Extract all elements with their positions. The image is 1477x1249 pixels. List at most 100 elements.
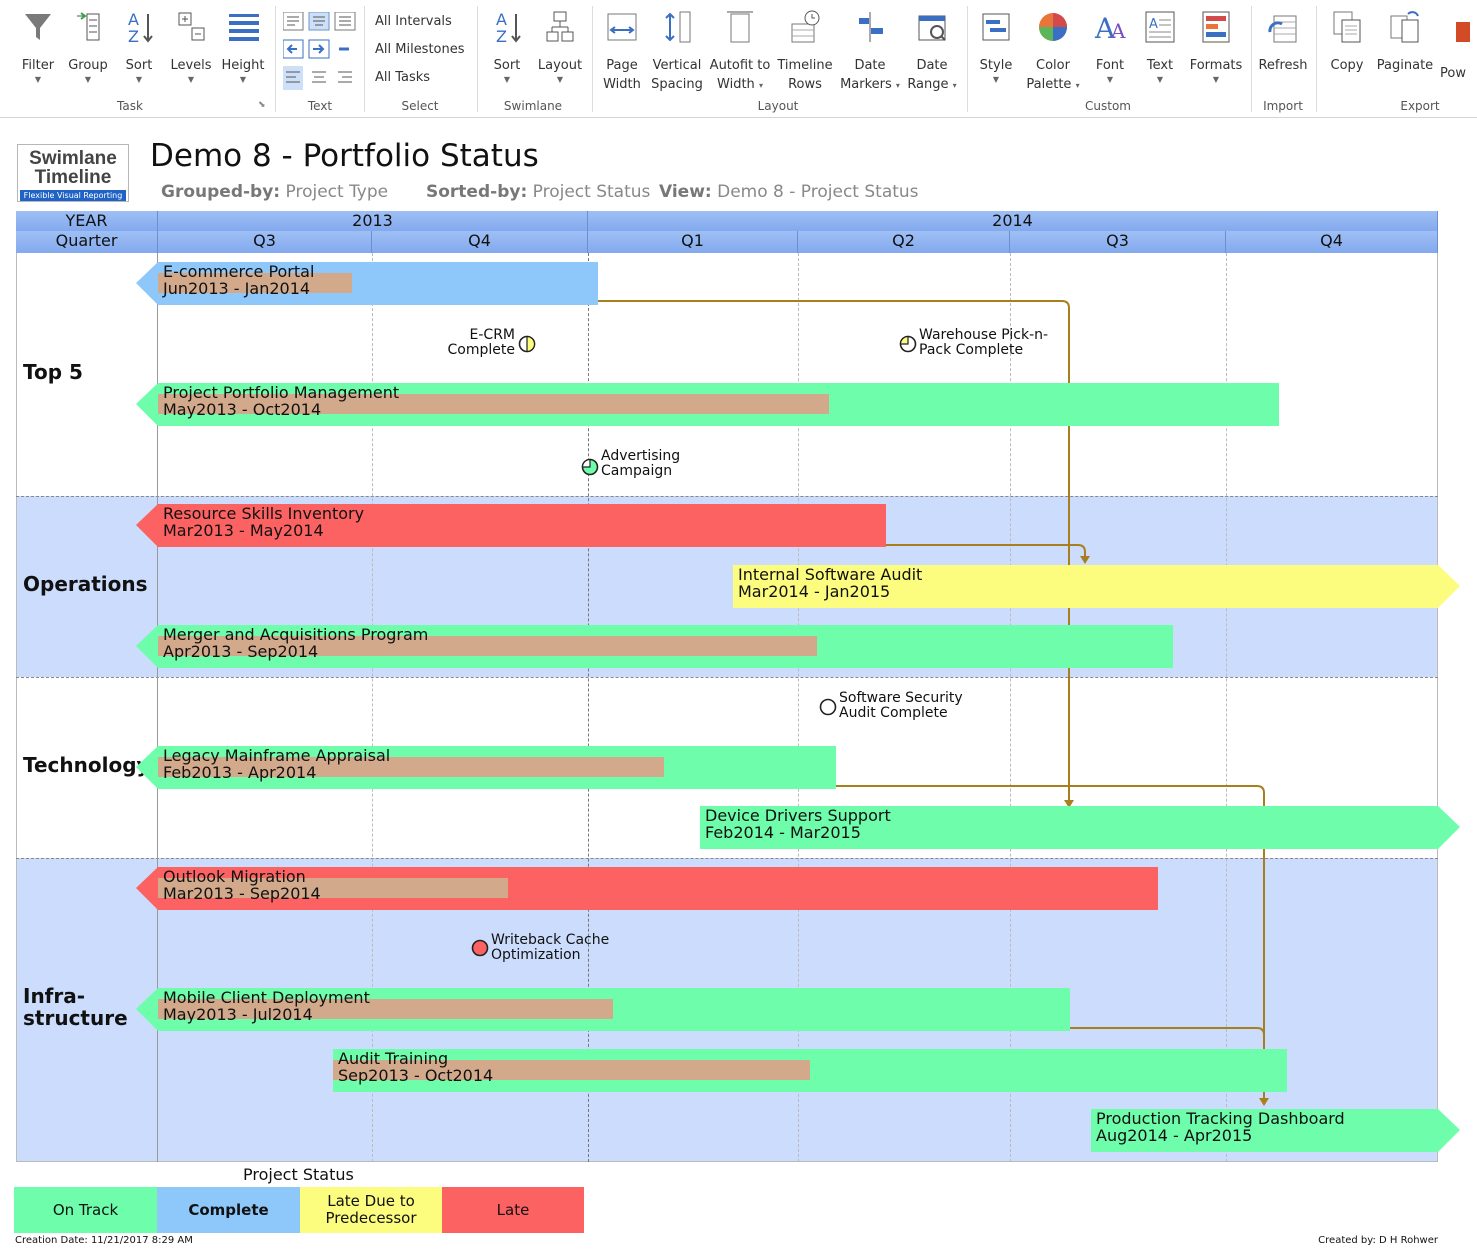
task-name: Project Portfolio Management (163, 383, 400, 402)
select-all-intervals[interactable]: All Intervals (375, 14, 452, 29)
custom-group-label: Custom (1085, 99, 1131, 113)
milestone-label: Warehouse Pick-n- Pack Complete (919, 328, 1048, 358)
task-dates: Apr2013 - Sep2014 (163, 642, 319, 661)
task-dates: Feb2013 - Apr2014 (163, 763, 317, 782)
task-dates: Mar2013 - Sep2014 (163, 884, 321, 903)
task-name: Production Tracking Dashboard (1096, 1109, 1345, 1128)
task-name: Outlook Migration (163, 867, 306, 886)
milestone-line-1: E-CRM (469, 327, 515, 343)
task-bar[interactable]: Merger and Acquisitions Program Apr2013 … (158, 625, 1173, 668)
task-name: E-commerce Portal (163, 262, 315, 281)
svg-text:Z: Z (128, 27, 139, 46)
select-all-milestones[interactable]: All Milestones (375, 42, 465, 57)
milestone-line-2: Campaign (601, 463, 673, 479)
sort-az-icon: AZ (128, 10, 153, 46)
milestone-quarter-complete-icon[interactable] (899, 335, 917, 353)
group-button[interactable]: Group ▼ (64, 8, 112, 85)
legend-late-predecessor: Late Due to Predecessor (300, 1187, 442, 1233)
task-bar[interactable]: Project Portfolio Management May2013 - O… (158, 383, 1279, 426)
color-palette-button[interactable]: Color Palette ▾ (1024, 8, 1082, 94)
task-bar[interactable]: Production Tracking Dashboard Aug2014 - … (1091, 1109, 1438, 1152)
autofit-width-button[interactable]: Autofit to Width ▾ (708, 8, 772, 94)
power-button[interactable]: Pow (1440, 8, 1477, 83)
milestone-half-complete-icon[interactable] (518, 335, 536, 353)
continuation-arrow-right (1438, 806, 1460, 849)
date-range-label-1: Date (916, 58, 948, 73)
task-dates: Jun2013 - Jan2014 (163, 279, 311, 298)
milestone-late-icon[interactable] (471, 939, 489, 957)
milestone-empty-icon[interactable] (819, 698, 837, 716)
font-icon: AA (1094, 12, 1126, 45)
dialog-launcher-icon[interactable]: ⬊ (258, 100, 266, 110)
task-name: Internal Software Audit (738, 565, 923, 584)
svg-text:A: A (1110, 19, 1126, 43)
text-button[interactable]: A Text ▼ (1142, 8, 1178, 85)
task-bar[interactable]: Mobile Client Deployment May2013 - Jul20… (158, 988, 1070, 1031)
task-dates: Aug2014 - Apr2015 (1096, 1126, 1253, 1145)
autofit-label-1: Autofit to (709, 58, 771, 73)
autofit-icon (727, 11, 753, 43)
task-sort-button[interactable]: AZ Sort ▼ (120, 8, 158, 85)
refresh-button[interactable]: Refresh (1256, 8, 1310, 75)
legend-late: Late (442, 1187, 584, 1233)
height-icon (229, 14, 259, 41)
created-by: Created by: D H Rohwer (1318, 1235, 1438, 1246)
timeline-rows-label-1: Timeline (777, 58, 833, 73)
formats-icon (1202, 11, 1230, 43)
paginate-button[interactable]: Paginate (1374, 8, 1436, 75)
font-label: Font (1095, 58, 1125, 73)
continuation-arrow-left (136, 625, 158, 668)
vertical-spacing-icon (665, 11, 691, 43)
milestone-line-1: Software Security (839, 690, 963, 706)
legend-complete-label: Complete (188, 1200, 269, 1219)
select-all-tasks[interactable]: All Tasks (375, 70, 430, 85)
levels-icon (178, 12, 205, 41)
task-sort-label: Sort (125, 58, 153, 73)
task-bar[interactable]: Resource Skills Inventory Mar2013 - May2… (158, 504, 886, 547)
height-label: Height (221, 58, 265, 73)
task-bar[interactable]: Outlook Migration Mar2013 - Sep2014 (158, 867, 1158, 910)
group-label: Group (68, 58, 108, 73)
vspacing-label-2: Spacing (651, 77, 703, 92)
date-range-button[interactable]: Date Range ▾ (904, 8, 960, 94)
autofit-label-2: Width (717, 77, 755, 92)
task-bar[interactable]: Legacy Mainframe Appraisal Feb2013 - Apr… (158, 746, 836, 789)
date-markers-button[interactable]: Date Markers ▾ (838, 8, 902, 94)
task-bar[interactable]: Device Drivers Support Feb2014 - Mar2015 (700, 806, 1438, 849)
swimlane-layout-label: Layout (537, 58, 583, 73)
milestone-three-quarter-icon[interactable] (581, 458, 599, 476)
page-width-button[interactable]: Page Width (600, 8, 644, 94)
select-group-label: Select (401, 99, 439, 113)
refresh-icon (1268, 15, 1297, 43)
task-bar[interactable]: Audit Training Sep2013 - Oct2014 (333, 1049, 1287, 1092)
filter-button[interactable]: Filter ▼ (18, 8, 58, 85)
paginate-icon (1390, 11, 1419, 43)
svg-text:Z: Z (496, 27, 507, 46)
power-label: Pow (1440, 66, 1466, 81)
milestone-label: Advertising Campaign (601, 449, 680, 479)
paginate-label: Paginate (1376, 58, 1434, 73)
text-group-label: Text (307, 99, 333, 113)
height-button[interactable]: Height ▼ (218, 8, 268, 85)
task-name: Legacy Mainframe Appraisal (163, 746, 391, 765)
text-box-icon: A (1145, 11, 1175, 43)
legend-on-track: On Track (14, 1187, 157, 1233)
task-name: Mobile Client Deployment (163, 988, 370, 1007)
levels-button[interactable]: Levels ▼ (170, 8, 212, 85)
date-range-label-2: Range (907, 77, 949, 92)
timeline-rows-button[interactable]: Timeline Rows (776, 8, 834, 94)
layout-icon (546, 11, 574, 42)
task-bar[interactable]: E-commerce Portal Jun2013 - Jan2014 (158, 262, 598, 305)
font-button[interactable]: AA Font ▼ (1090, 8, 1130, 85)
swimlane-layout-button[interactable]: Layout ▼ (536, 8, 584, 85)
task-bar[interactable]: Internal Software Audit Mar2014 - Jan201… (733, 565, 1438, 608)
milestone-line-2: Audit Complete (839, 705, 948, 721)
swimlane-sort-button[interactable]: AZ Sort ▼ (488, 8, 526, 85)
formats-button[interactable]: Formats ▼ (1188, 8, 1244, 85)
vertical-spacing-button[interactable]: Vertical Spacing (650, 8, 704, 94)
legend-complete: Complete (157, 1187, 300, 1233)
text-align-icons[interactable] (283, 12, 357, 92)
style-button[interactable]: Style ▼ (976, 8, 1016, 85)
copy-button[interactable]: Copy (1326, 8, 1368, 75)
timeline-rows-label-2: Rows (788, 77, 822, 92)
